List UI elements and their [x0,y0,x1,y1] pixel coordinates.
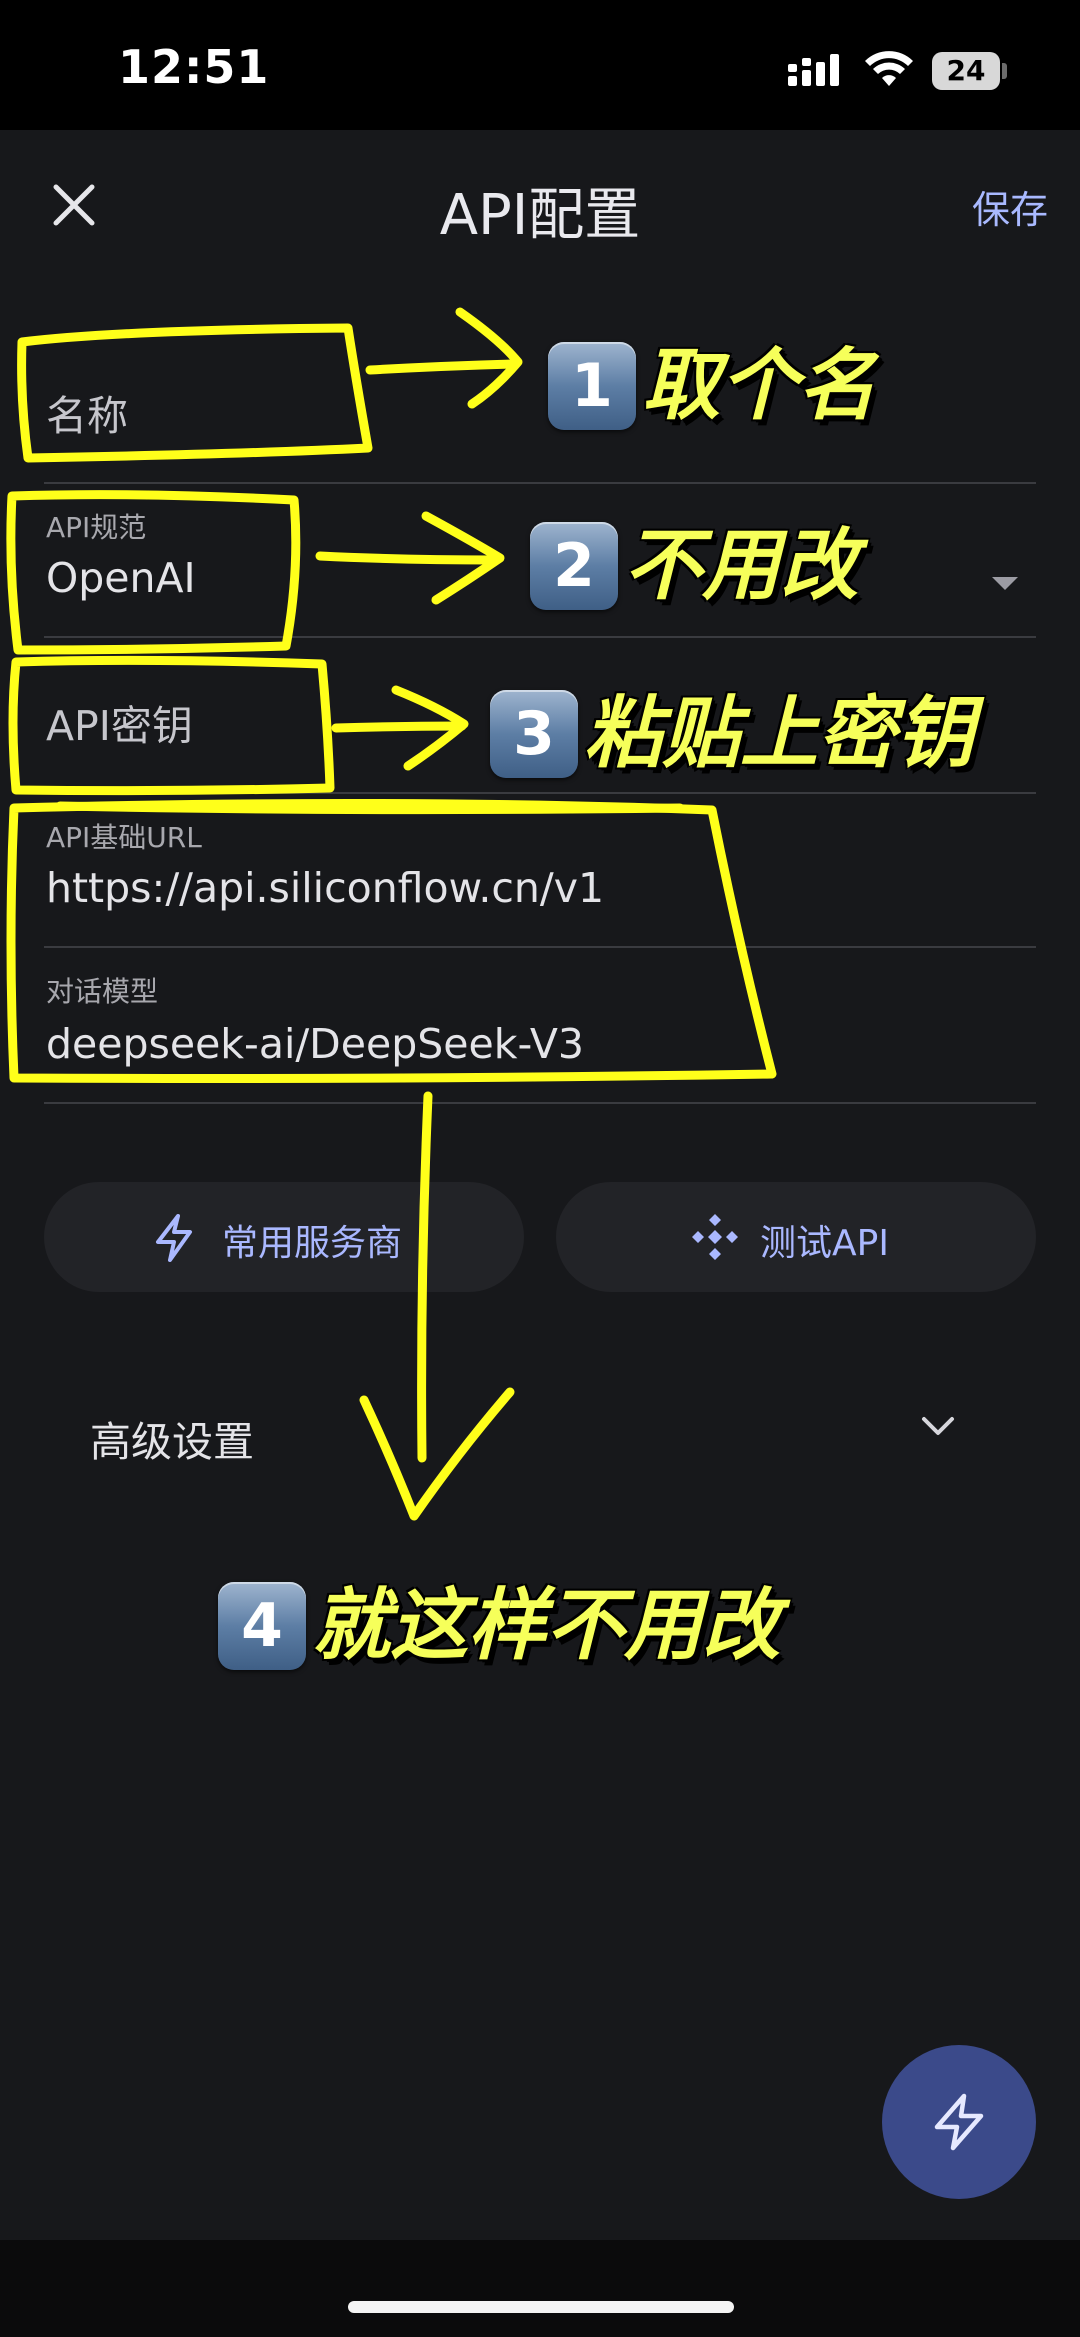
annotation-2-text: 不用改 [624,521,859,611]
annotation-1: 1 取个名 [548,336,876,436]
save-button[interactable]: 保存 [938,180,1048,240]
annotation-3-text: 粘贴上密钥 [584,689,975,779]
common-providers-button[interactable]: 常用服务商 [44,1182,524,1292]
test-api-button[interactable]: 测试API [556,1182,1036,1292]
annotation-4: 4 就这样不用改 [218,1576,780,1676]
status-bar: 12:51 24 [0,0,1080,130]
battery-tip [1002,63,1007,79]
common-providers-label: 常用服务商 [222,1223,403,1264]
bottom-bar [0,2240,1080,2337]
dropdown-arrow-icon [992,577,1018,590]
battery-icon: 24 [932,52,1000,90]
quick-action-fab[interactable] [882,2045,1036,2199]
base-url-label: API基础URL [46,821,202,854]
number-badge-1: 1 [548,342,636,430]
lightning-icon [934,2093,984,2151]
api-spec-label: API规范 [46,511,147,544]
number-badge-2: 2 [530,522,618,610]
page-title: API配置 [439,183,641,248]
annotation-2: 2 不用改 [530,516,858,616]
diamond-grid-icon [692,1214,738,1260]
annotation-1-text: 取个名 [642,341,877,431]
chevron-down-icon [922,1417,954,1435]
test-api-label: 测试API [760,1223,889,1264]
signal-icon [788,54,839,86]
advanced-settings-row[interactable]: 高级设置 [44,1380,1036,1480]
number-badge-3: 3 [490,690,578,778]
base-url-value: https://api.siliconflow.cn/v1 [46,864,605,912]
lightning-icon [156,1214,192,1262]
api-config-screen: 12:51 24 API配置 保存 名称 API规范 OpenAI API密钥 … [0,0,1080,2337]
annotation-4-text: 就这样不用改 [312,1581,781,1671]
status-time: 12:51 [118,40,270,94]
name-field[interactable]: 名称 [44,330,1036,484]
annotation-3: 3 粘贴上密钥 [490,684,974,784]
number-badge-4: 4 [218,1582,306,1670]
chat-model-value: deepseek-ai/DeepSeek-V3 [46,1020,584,1068]
home-indicator [348,2301,734,2313]
chat-model-field[interactable]: 对话模型 deepseek-ai/DeepSeek-V3 [44,948,1036,1104]
api-spec-value: OpenAI [46,554,196,602]
api-key-placeholder: API密钥 [46,702,193,750]
advanced-settings-label: 高级设置 [90,1418,254,1466]
base-url-field[interactable]: API基础URL https://api.siliconflow.cn/v1 [44,794,1036,948]
wifi-icon [865,51,913,86]
close-icon[interactable] [52,183,96,227]
name-placeholder: 名称 [46,392,128,440]
chat-model-label: 对话模型 [46,975,159,1008]
battery-level: 24 [946,54,986,87]
